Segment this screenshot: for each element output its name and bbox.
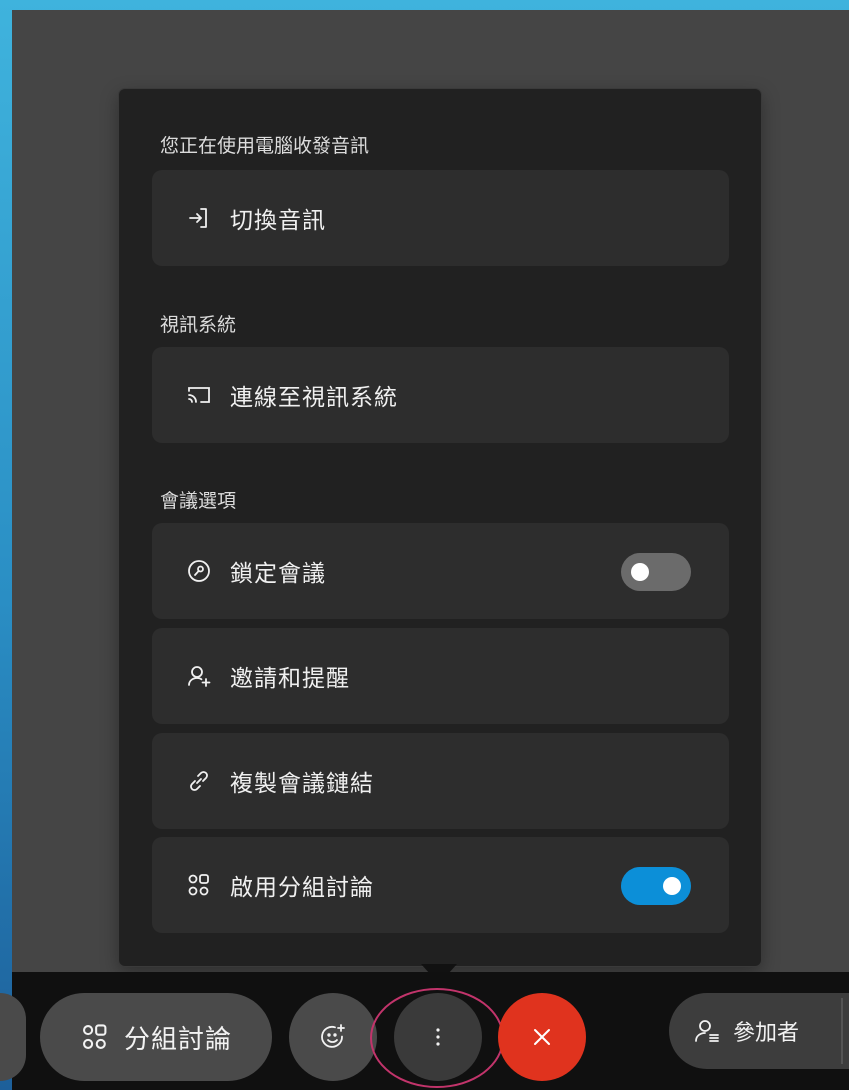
lock-meeting-item: 鎖定會議 (152, 523, 729, 619)
leave-meeting-button[interactable] (498, 993, 586, 1081)
add-person-icon (182, 659, 216, 693)
breakout-sessions-button[interactable]: 分組討論 (40, 993, 272, 1081)
lock-meeting-icon (182, 554, 216, 588)
toolbar-divider (841, 998, 843, 1064)
enable-breakout-toggle[interactable] (621, 867, 691, 905)
more-options-button[interactable] (394, 993, 482, 1081)
invite-and-remind-button[interactable]: 邀請和提醒 (152, 628, 729, 724)
cast-icon (182, 378, 216, 412)
link-icon (182, 764, 216, 798)
participants-label: 參加者 (733, 1021, 800, 1046)
enable-breakout-item: 啟用分組討論 (152, 837, 729, 933)
enable-breakout-label: 啟用分組討論 (230, 875, 374, 901)
breakout-grid-icon (82, 1024, 107, 1049)
toolbar-button-partial[interactable] (0, 993, 26, 1081)
breakout-sessions-label: 分組討論 (123, 1024, 232, 1055)
breakout-grid-icon (182, 868, 216, 902)
toggle-knob (631, 563, 649, 581)
connect-video-system-button[interactable]: 連線至視訊系統 (152, 347, 729, 443)
participants-button[interactable]: 參加者 (669, 993, 849, 1069)
switch-audio-icon (182, 201, 216, 235)
participants-icon (695, 1020, 719, 1042)
invite-and-remind-label: 邀請和提醒 (230, 666, 350, 692)
lock-meeting-label: 鎖定會議 (230, 561, 326, 587)
switch-audio-button[interactable]: 切換音訊 (152, 170, 729, 266)
copy-meeting-link-label: 複製會議鏈結 (230, 771, 374, 797)
emoji-add-icon (321, 1024, 345, 1048)
connect-video-system-label: 連線至視訊系統 (230, 385, 398, 411)
reactions-button[interactable] (289, 993, 377, 1081)
more-vertical-icon (436, 1028, 440, 1046)
toggle-knob (663, 877, 681, 895)
switch-audio-label: 切換音訊 (230, 208, 326, 234)
video-section-title: 視訊系統 (160, 314, 237, 336)
meeting-options-section-title: 會議選項 (160, 490, 237, 512)
close-icon (534, 1029, 550, 1045)
audio-section-title: 您正在使用電腦收發音訊 (160, 135, 370, 157)
copy-meeting-link-button[interactable]: 複製會議鏈結 (152, 733, 729, 829)
lock-meeting-toggle[interactable] (621, 553, 691, 591)
